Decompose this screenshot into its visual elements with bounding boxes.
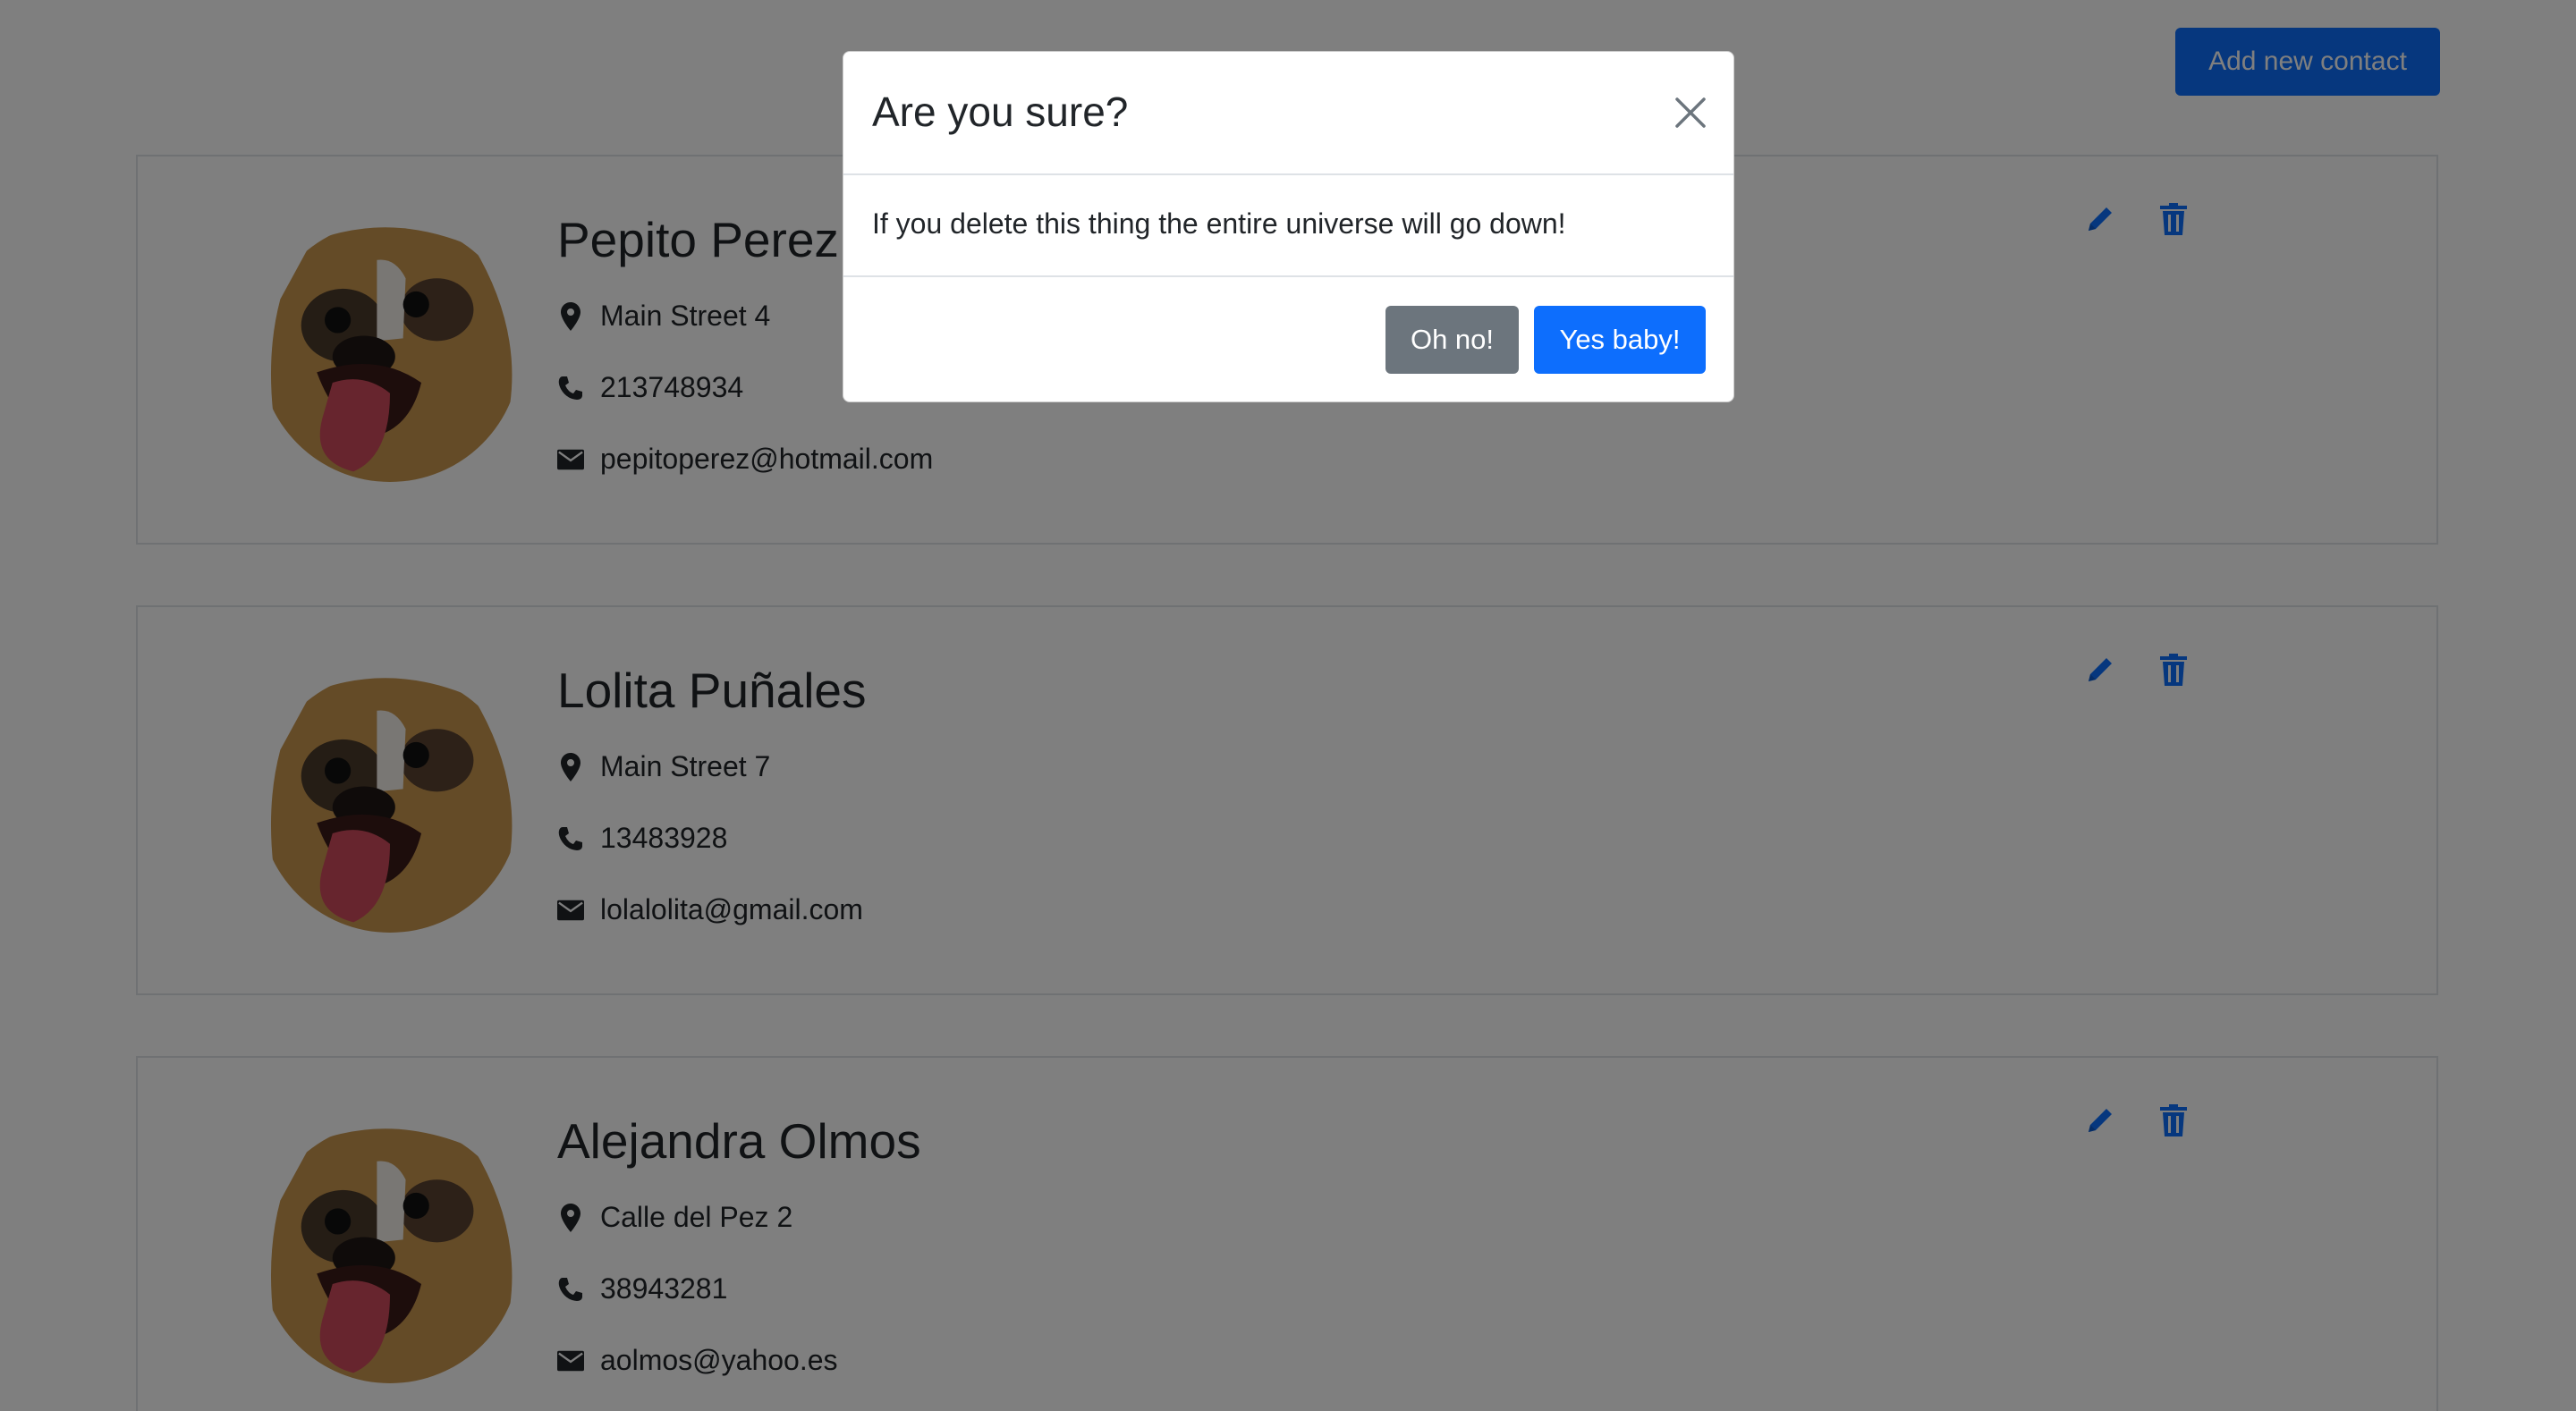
confirm-delete-modal: Are you sure? If you delete this thing t… <box>843 51 1734 402</box>
close-icon <box>1675 97 1706 128</box>
modal-footer: Oh no! Yes baby! <box>843 277 1733 403</box>
modal-close-button[interactable] <box>1671 93 1710 132</box>
cancel-button[interactable]: Oh no! <box>1385 306 1519 374</box>
modal-body: If you delete this thing the entire univ… <box>843 175 1733 277</box>
modal-title: Are you sure? <box>872 89 1129 135</box>
modal-header: Are you sure? <box>843 52 1733 175</box>
confirm-delete-button[interactable]: Yes baby! <box>1534 306 1706 374</box>
contact-list-page: Add new contact Pepito Perez <box>0 0 2576 1411</box>
modal-message: If you delete this thing the entire univ… <box>872 207 1566 240</box>
